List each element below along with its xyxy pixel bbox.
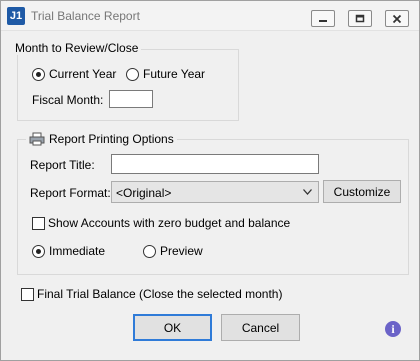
future-year-label[interactable]: Future Year [143, 67, 205, 81]
ok-button[interactable]: OK [133, 314, 212, 341]
immediate-label[interactable]: Immediate [49, 244, 105, 258]
chevron-down-icon [303, 189, 312, 195]
help-info-icon[interactable]: i [385, 321, 401, 337]
report-printing-legend: Report Printing Options [26, 132, 177, 146]
customize-button[interactable]: Customize [323, 180, 401, 203]
month-review-group: Month to Review/Close Current Year Futur… [12, 41, 239, 121]
final-trial-balance-label[interactable]: Final Trial Balance (Close the selected … [37, 287, 282, 301]
preview-label[interactable]: Preview [160, 244, 203, 258]
report-printing-group: Report Printing Options Report Title: Re… [17, 132, 409, 275]
title-bar: J1 Trial Balance Report [1, 1, 419, 31]
window-title: Trial Balance Report [31, 9, 140, 23]
current-year-label[interactable]: Current Year [49, 67, 116, 81]
report-format-value: <Original> [116, 186, 172, 200]
show-zero-accounts-checkbox[interactable] [32, 217, 45, 230]
immediate-radio[interactable] [32, 245, 45, 258]
report-format-label: Report Format: [30, 186, 111, 200]
close-button[interactable] [385, 10, 409, 27]
fiscal-month-label: Fiscal Month: [32, 93, 104, 107]
preview-radio[interactable] [143, 245, 156, 258]
app-logo-icon: J1 [7, 7, 25, 25]
show-zero-accounts-label[interactable]: Show Accounts with zero budget and balan… [48, 216, 290, 230]
maximize-icon [355, 14, 365, 22]
maximize-button[interactable] [348, 10, 372, 27]
month-review-legend: Month to Review/Close [12, 41, 142, 55]
report-title-input[interactable] [111, 154, 319, 174]
final-trial-balance-checkbox[interactable] [21, 288, 34, 301]
fiscal-month-input[interactable] [109, 90, 153, 108]
report-format-select[interactable]: <Original> [111, 181, 319, 203]
printer-icon [29, 132, 45, 146]
close-icon [392, 14, 402, 23]
current-year-radio[interactable] [32, 68, 45, 81]
minimize-icon [319, 19, 327, 22]
report-title-label: Report Title: [30, 158, 95, 172]
future-year-radio[interactable] [126, 68, 139, 81]
minimize-button[interactable] [311, 10, 335, 27]
report-printing-legend-text: Report Printing Options [49, 132, 174, 146]
cancel-button[interactable]: Cancel [221, 314, 300, 341]
trial-balance-dialog: J1 Trial Balance Report Month to Review/… [0, 0, 420, 361]
